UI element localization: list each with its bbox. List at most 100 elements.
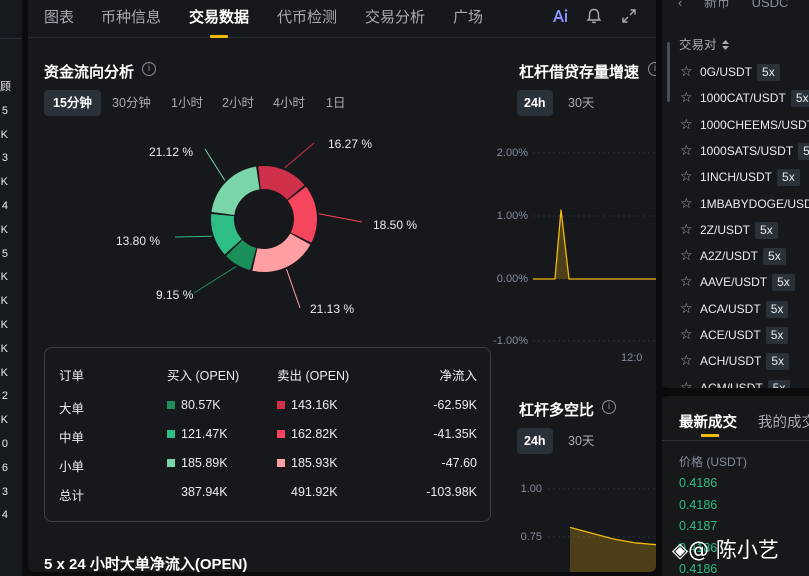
period-option[interactable]: 4小时 [264,90,314,116]
left-strip-char: 2 [1,390,8,403]
table-header: 买入 (OPEN) [167,369,240,383]
pair-row[interactable]: ☆ ACA/USDT 5x [680,298,789,318]
tab-latest-trades[interactable]: 最新成交 [679,411,737,432]
pair-name: ACH/USDT [700,354,762,369]
sell-value-text: 491.92K [291,485,338,499]
ls-chip-30d[interactable]: 30天 [561,428,601,454]
period-option[interactable]: 30分钟 [103,90,160,116]
pair-column-header[interactable]: 交易对 [679,34,729,53]
pair-row[interactable]: ☆ A2Z/USDT 5x [680,245,786,266]
star-icon[interactable]: ☆ [680,140,694,160]
ai-icon[interactable] [551,7,569,25]
pair-name: A2Z/USDT [700,249,759,264]
pair-row[interactable]: ☆ 2Z/USDT 5x [680,219,778,239]
bell-icon[interactable] [585,7,603,25]
pair-name: ACM/USDT [700,380,763,388]
net-value-text: -62.59K [433,398,477,412]
pair-row[interactable]: ☆ ACE/USDT 5x [680,324,789,344]
pair-row[interactable]: ☆ AAVE/USDT 5x [680,271,795,292]
tab-my-trades[interactable]: 我的成交 [758,411,809,432]
tab-new[interactable]: 新币 [704,0,730,10]
tab-trade-analysis[interactable]: 交易分析 [365,6,425,27]
row-name-text: 大单 [59,402,85,416]
donut-leader-line [318,213,363,223]
star-icon[interactable]: ☆ [680,61,694,81]
row-name: 小单 [59,456,84,475]
info-icon[interactable]: i [648,62,656,76]
pair-row[interactable]: ☆ ACH/USDT 5x [680,350,790,371]
order-flow-table: 订单 买入 (OPEN) 卖出 (OPEN) 净流入 大单 80.57K 143.16K -6… [44,347,491,522]
tab-usdc[interactable]: USDC [752,0,789,10]
donut-leader-line [174,235,212,238]
pair-row[interactable]: ☆ 1INCH/USDT 5x [680,166,800,187]
star-icon[interactable]: ☆ [680,377,694,388]
star-icon[interactable]: ☆ [680,271,694,291]
tab-chart[interactable]: 图表 [44,6,74,27]
tab-token-check[interactable]: 代币检测 [277,6,337,27]
ls-chip-24h[interactable]: 24h [517,428,553,454]
tab-trading-data[interactable]: 交易数据 [189,6,249,27]
star-icon[interactable]: ☆ [680,114,694,134]
price-column-header: 价格 (USDT) [679,455,747,469]
star-icon[interactable]: ☆ [680,87,694,107]
buy-value: 121.47K [167,427,228,441]
left-strip-char: 5 [1,104,8,117]
margin-growth-chart [533,152,656,342]
period-option[interactable]: 15分钟 [44,90,101,116]
period-option[interactable]: 1日 [317,90,354,116]
leverage-badge: 5x [757,64,780,81]
pair-name: 1INCH/USDT [700,170,773,185]
long-short-chart [548,488,656,572]
info-icon[interactable]: i [142,62,156,76]
period-option[interactable]: 2小时 [213,90,263,116]
period-option[interactable]: 1小时 [162,90,212,116]
pair-row[interactable]: ☆ 1000SATS/USDT 5x [680,140,809,160]
star-icon[interactable]: ☆ [680,219,694,239]
y-tick: -1.00% [493,335,528,347]
tab-square[interactable]: 广场 [453,6,483,27]
donut-leader-line [284,142,315,169]
star-icon[interactable]: ☆ [680,193,694,213]
pair-row[interactable]: ☆ 1000CAT/USDT 5x [680,87,809,108]
active-tab-indicator [701,434,719,437]
expand-icon[interactable] [620,7,638,25]
star-icon[interactable]: ☆ [680,245,694,265]
pair-row[interactable]: ☆ 0G/USDT 5x [680,61,780,81]
long-short-title: 杠杆多空比 [519,402,595,419]
margin-chip-24h[interactable]: 24h [517,90,553,116]
divider [662,440,809,441]
trade-price: 0.4186 [679,476,718,490]
left-strip-char: 3 [1,485,8,498]
star-icon[interactable]: ☆ [680,166,694,186]
row-name: 总计 [59,485,84,504]
sell-value: 491.92K [291,485,338,499]
pairs-panel: ‹ 新币 USDC 交易对 ☆ 0G/USDT 5x ☆ 1000CAT/USDT 5x ☆… [662,0,809,388]
color-swatch [167,430,175,438]
pair-row[interactable]: ☆ 1MBABYDOGE/USDT [680,193,809,213]
sort-icon[interactable] [722,40,729,50]
left-strip-char: K [0,295,8,308]
leverage-badge: 5x [767,379,791,388]
color-swatch [167,459,175,467]
y-tick: 1.00% [496,210,528,222]
left-strip-char: 3 [1,152,8,165]
margin-chip-30d[interactable]: 30天 [561,90,601,116]
tab-coin-info[interactable]: 币种信息 [101,6,161,27]
left-strip-char: 4 [1,509,8,522]
pair-name: ACA/USDT [700,301,761,316]
info-icon[interactable]: i [602,400,616,414]
star-icon[interactable]: ☆ [680,350,694,370]
left-strip-char: 5 [1,247,8,260]
left-strip-char: 顾 [0,81,11,93]
pair-row[interactable]: ☆ ACM/USDT 5x [680,377,791,388]
pair-row[interactable]: ☆ 1000CHEEMS/USDT [680,114,809,134]
buy-value-text: 121.47K [181,427,228,441]
star-icon[interactable]: ☆ [680,298,694,318]
net-value: -41.35K [433,427,477,441]
scrollbar[interactable] [667,42,670,102]
left-strip-char: K [0,176,8,189]
donut-label: 9.15 % [156,288,194,302]
star-icon[interactable]: ☆ [680,324,694,344]
pair-name: 0G/USDT [700,65,753,79]
net-value: -62.59K [433,398,477,412]
